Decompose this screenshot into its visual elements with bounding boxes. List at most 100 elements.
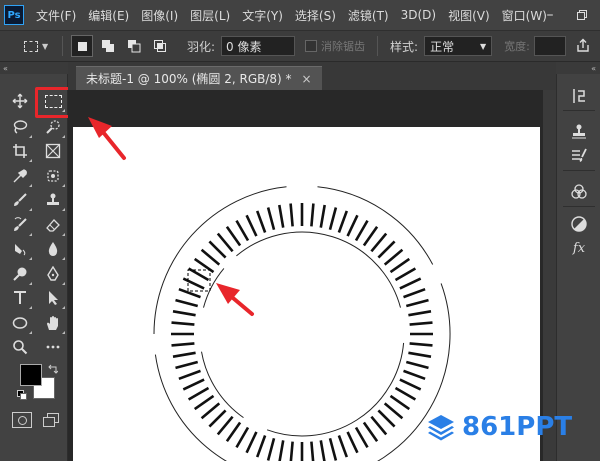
menu-image[interactable]: 图像(I): [141, 7, 178, 24]
history-panel-icon[interactable]: [569, 86, 589, 106]
dial-tick: [399, 378, 422, 391]
menu-file[interactable]: 文件(F): [36, 7, 76, 24]
history-brush-tool[interactable]: [8, 214, 32, 236]
type-tool[interactable]: [8, 287, 32, 309]
hand-tool[interactable]: [41, 312, 65, 334]
dial-tick: [337, 210, 349, 233]
new-selection-button[interactable]: [71, 35, 93, 57]
feather-label: 羽化:: [187, 39, 216, 54]
feather-input[interactable]: 0 像素: [221, 36, 296, 56]
right-panel-dock: fx: [556, 74, 600, 461]
dial-tick: [319, 204, 326, 228]
ellipse-tool[interactable]: [8, 312, 32, 334]
dial-tick: [394, 267, 417, 282]
styles-panel-icon[interactable]: fx: [569, 238, 589, 258]
dial-tick: [409, 342, 433, 347]
dial-tick: [171, 342, 195, 347]
layers-logo-icon: [428, 415, 454, 441]
document-tab[interactable]: 未标题-1 @ 100% (椭圆 2, RGB/8) * ×: [76, 66, 322, 90]
menu-view[interactable]: 视图(V): [448, 7, 490, 24]
path-selection-tool[interactable]: [41, 287, 65, 309]
dial-tick: [245, 214, 258, 237]
gradient-tool[interactable]: [8, 238, 32, 260]
minimize-icon[interactable]: –: [534, 0, 566, 30]
zoom-tool[interactable]: [8, 336, 32, 358]
chevron-down-icon: ▼: [479, 41, 487, 51]
photoshop-logo: Ps: [4, 5, 24, 25]
clone-stamp-tool[interactable]: [41, 189, 65, 211]
share-icon[interactable]: [576, 38, 590, 52]
inner-ring-arc: [203, 268, 225, 308]
dodge-tool[interactable]: [8, 263, 32, 285]
panel-collapse-toggle[interactable]: «: [556, 62, 600, 74]
dial-tick: [216, 415, 234, 436]
dial-tick: [370, 415, 388, 436]
adjustments-panel-icon[interactable]: [569, 214, 589, 234]
dial-tick: [200, 402, 221, 420]
brush-tool[interactable]: [8, 189, 32, 211]
quick-mask-icon: [17, 415, 27, 425]
pen-tool[interactable]: [41, 263, 65, 285]
brush-settings-panel-icon[interactable]: [569, 146, 589, 166]
dial-tick: [182, 378, 205, 391]
rect-marquee-icon: [24, 40, 38, 52]
lasso-tool[interactable]: [8, 116, 32, 138]
dial-tick: [409, 321, 433, 326]
dial-tick: [310, 441, 315, 461]
dial-tick: [187, 386, 210, 401]
foreground-color-swatch[interactable]: [20, 364, 42, 386]
quick-selection-tool[interactable]: [41, 116, 65, 138]
eyedropper-tool[interactable]: [8, 165, 32, 187]
restore-icon[interactable]: [566, 0, 598, 30]
document-workspace: [68, 90, 556, 461]
menu-edit[interactable]: 编辑(E): [88, 7, 129, 24]
menu-select[interactable]: 选择(S): [295, 7, 336, 24]
screen-mode-icon[interactable]: [42, 411, 60, 429]
spot-healing-tool[interactable]: [41, 165, 65, 187]
quick-mask-button[interactable]: [12, 412, 32, 428]
eraser-tool[interactable]: [41, 214, 65, 236]
menu-type[interactable]: 文字(Y): [242, 7, 283, 24]
menu-layer[interactable]: 图层(L): [190, 7, 230, 24]
inner-ring-arc: [266, 342, 405, 437]
dial-tick: [182, 277, 205, 290]
dial-tick: [225, 225, 242, 247]
dial-tick: [172, 351, 196, 358]
dial-tick: [362, 421, 379, 443]
more-tools-icon[interactable]: [41, 336, 65, 358]
width-input[interactable]: [533, 36, 566, 56]
vertical-scrollbar[interactable]: [543, 90, 556, 461]
intersect-selection-button[interactable]: [149, 35, 171, 57]
dial-tick: [346, 214, 359, 237]
dial-tick: [208, 409, 227, 428]
dial-tick: [383, 402, 404, 420]
move-tool[interactable]: [8, 90, 32, 112]
dial-tick: [208, 240, 227, 259]
toolbar-collapse-toggle[interactable]: «: [0, 62, 68, 74]
antialias-checkbox[interactable]: [305, 40, 318, 52]
default-colors-icon[interactable]: [17, 390, 27, 400]
dial-tick: [289, 203, 294, 227]
subtract-from-selection-button[interactable]: [123, 35, 145, 57]
dial-tick: [377, 240, 396, 259]
dial-tick: [178, 287, 201, 299]
menu-3d[interactable]: 3D(D): [401, 8, 436, 22]
dial-tick: [225, 421, 242, 443]
dial-tick: [171, 321, 195, 326]
inner-ring-arc: [236, 231, 401, 308]
tool-preset-picker[interactable]: ▼: [24, 36, 54, 56]
crop-tool[interactable]: [8, 140, 32, 162]
blur-tool[interactable]: [41, 238, 65, 260]
dial-tick: [405, 360, 429, 370]
dial-tick: [337, 435, 349, 458]
close-icon[interactable]: ×: [302, 72, 312, 86]
style-select[interactable]: 正常 ▼: [424, 36, 493, 56]
add-to-selection-button[interactable]: [97, 35, 119, 57]
swap-colors-icon[interactable]: [48, 364, 58, 374]
dial-tick: [328, 207, 338, 231]
frame-tool[interactable]: [41, 140, 65, 162]
channels-panel-icon[interactable]: [569, 182, 589, 202]
menu-filter[interactable]: 滤镜(T): [348, 7, 389, 24]
clone-source-panel-icon[interactable]: [569, 122, 589, 142]
watermark: 861PPT: [426, 410, 572, 444]
